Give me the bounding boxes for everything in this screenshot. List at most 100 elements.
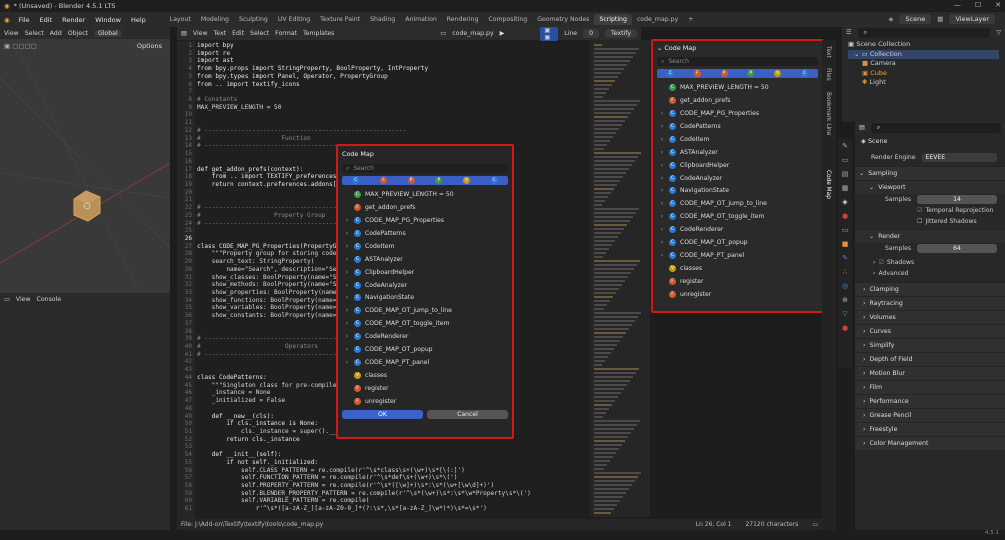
constraint-tab-icon[interactable]: ⊕ (842, 296, 848, 304)
properties-section[interactable]: › Volumes (855, 310, 1005, 324)
collection-row[interactable]: ⌄ ▭ Collection (848, 49, 999, 59)
collection-tab-icon[interactable]: ▭ (842, 226, 849, 234)
properties-type-icon[interactable]: ▤ (859, 124, 865, 131)
properties-section[interactable]: › Performance (855, 394, 1005, 408)
viewport-menu-object[interactable]: Object (68, 30, 88, 37)
temporal-checkbox[interactable]: ☑ (917, 207, 922, 214)
sidebar-tab-bookmark-line[interactable]: Bookmark Line (825, 92, 831, 135)
panel-code-item[interactable]: › C ClipboardHelper (659, 159, 822, 172)
output-tab-icon[interactable]: ▤ (842, 170, 849, 178)
expand-chevron-icon[interactable]: › (659, 200, 665, 207)
panel-filter-button[interactable]: C (666, 70, 674, 77)
folder-icon[interactable]: ▭ (812, 521, 818, 528)
popup-search-input[interactable]: ⌕ Search (342, 164, 508, 173)
orientation-dropdown[interactable]: Global (93, 29, 122, 37)
popup-code-item[interactable]: › C CodeAnalyzer (344, 279, 512, 292)
expand-chevron-icon[interactable]: › (344, 217, 350, 224)
outliner-type-icon[interactable]: ☰ (846, 29, 852, 36)
console-menu-console[interactable]: Console (37, 296, 62, 303)
run-script-button[interactable]: ▶ (500, 30, 505, 37)
console-menu-view[interactable]: View (16, 296, 31, 303)
expand-chevron-icon[interactable]: › (659, 149, 665, 156)
code-line[interactable]: from .. import textify_icons (197, 81, 531, 89)
expand-chevron-icon[interactable]: › (344, 333, 350, 340)
properties-editor[interactable]: ▤ ⌕ ◈ Scene Render Engine EEVEE ⌄ Sampli… (855, 122, 1005, 530)
viewport-menu-add[interactable]: Add (50, 30, 62, 37)
tab-geometry-nodes[interactable]: Geometry Nodes (532, 14, 594, 25)
panel-filter-button[interactable]: V (774, 70, 782, 77)
expand-chevron-icon[interactable]: › (344, 307, 350, 314)
jittered-checkbox[interactable]: ☐ (917, 218, 922, 225)
code-line[interactable]: # Function (197, 135, 531, 143)
properties-section[interactable]: › Color Management (855, 436, 1005, 450)
camera-row[interactable]: ■ Camera (848, 59, 999, 69)
blender-menu-icon[interactable]: ◉ (0, 16, 14, 24)
panel-code-item[interactable]: › C CODE_MAP_OT_toggle_item (659, 210, 822, 223)
panel-code-item[interactable]: › C CodePatterns (659, 120, 822, 133)
ok-button[interactable]: OK (342, 409, 423, 419)
panel-code-item[interactable]: Funregister (659, 288, 822, 301)
panel-code-item[interactable]: Fregister (659, 275, 822, 288)
popup-filter-button[interactable]: F (379, 177, 387, 184)
popup-code-item[interactable]: › C ClipboardHelper (344, 266, 512, 279)
code-line[interactable]: def __init__(self): (197, 451, 531, 459)
expand-chevron-icon[interactable]: › (659, 136, 665, 143)
add-workspace-button[interactable]: + (683, 14, 698, 25)
popup-code-item[interactable]: C MAX_PREVIEW_LENGTH = 50 (344, 188, 512, 201)
object-tab-icon[interactable]: ■ (842, 240, 849, 248)
properties-section[interactable]: › Motion Blur (855, 366, 1005, 380)
sidebar-tab-code-map[interactable]: Code Map (825, 170, 831, 199)
popup-code-item[interactable]: › C CODE_MAP_OT_toggle_item (344, 317, 512, 330)
select-mode-icons[interactable]: ▣ ▢▢▢▢ (4, 42, 37, 50)
expand-chevron-icon[interactable]: › (344, 282, 350, 289)
tab-compositing[interactable]: Compositing (483, 14, 532, 25)
panel-filter-button[interactable]: F (693, 70, 701, 77)
code-line[interactable] (197, 88, 531, 96)
editor-menu-select[interactable]: Select (250, 30, 269, 37)
popup-code-item[interactable]: › C CODE_MAP_OT_popup (344, 343, 512, 356)
popup-code-item[interactable]: › C CODE_MAP_PG_Properties (344, 214, 512, 227)
panel-code-item[interactable]: › C NavigationState (659, 185, 822, 198)
3d-viewport[interactable]: View Select Add Object Global ▣ ▢▢▢▢ Opt… (0, 27, 170, 293)
popup-code-item[interactable]: › C NavigationState (344, 292, 512, 305)
panel-filter-button[interactable]: P (747, 70, 755, 77)
panel-code-item[interactable]: › C CODE_MAP_PG_Properties (659, 107, 822, 120)
code-line[interactable]: r'^\s*([a-zA-Z_][a-zA-Z0-9_]*(?:\s*,\s*[… (197, 505, 531, 513)
editor-menu-edit[interactable]: Edit (232, 30, 244, 37)
code-line[interactable]: # Constants (197, 96, 531, 104)
expand-chevron-icon[interactable]: › (659, 226, 665, 233)
popup-code-item[interactable]: Fget_addon_prefs (344, 201, 512, 214)
panel-filter-button[interactable]: P (720, 70, 728, 77)
render-subsection[interactable]: ⌄ Render (855, 229, 1005, 243)
menu-file[interactable]: File (14, 16, 35, 24)
popup-code-item[interactable]: › C CODE_MAP_PT_panel (344, 356, 512, 369)
popup-filter-button[interactable]: P (407, 177, 415, 184)
editor-menu-format[interactable]: Format (275, 30, 297, 37)
expand-chevron-icon[interactable]: › (344, 256, 350, 263)
viewport-samples-field[interactable]: 14 (917, 195, 997, 204)
advanced-row[interactable]: › Advanced (855, 268, 1005, 279)
tab-uv-editing[interactable]: UV Editing (273, 14, 315, 25)
expand-chevron-icon[interactable]: › (659, 252, 665, 259)
popup-filter-button[interactable]: P (435, 177, 443, 184)
expand-chevron-icon[interactable]: › (344, 269, 350, 276)
data-tab-icon[interactable]: ▽ (842, 310, 847, 318)
menu-edit[interactable]: Edit (35, 16, 58, 24)
viewport-menu-select[interactable]: Select (25, 30, 44, 37)
code-line[interactable]: if not self._initialized: (197, 459, 531, 467)
expand-chevron-icon[interactable]: › (659, 175, 665, 182)
tab-layout[interactable]: Layout (165, 14, 196, 25)
expand-chevron-icon[interactable]: › (344, 359, 350, 366)
code-line[interactable]: self.VARIABLE_PATTERN = re.compile( (197, 497, 531, 505)
panel-code-item[interactable]: › C CodeAnalyzer (659, 172, 822, 185)
panel-search-input[interactable]: ⌕ Search (657, 57, 818, 66)
tab-shading[interactable]: Shading (365, 14, 400, 25)
viewport-subsection[interactable]: ⌄ Viewport (855, 180, 1005, 194)
popup-code-item[interactable]: Funregister (344, 395, 512, 408)
code-line[interactable]: self.CLASS_PATTERN = re.compile(r'^\s*cl… (197, 467, 531, 475)
panel-code-item[interactable]: Fget_addon_prefs (659, 94, 822, 107)
maximize-button[interactable]: ☐ (975, 1, 981, 9)
viewport-menu-view[interactable]: View (4, 30, 19, 37)
code-minimap[interactable] (590, 40, 650, 517)
tab-scripting[interactable]: Scripting (594, 14, 632, 25)
